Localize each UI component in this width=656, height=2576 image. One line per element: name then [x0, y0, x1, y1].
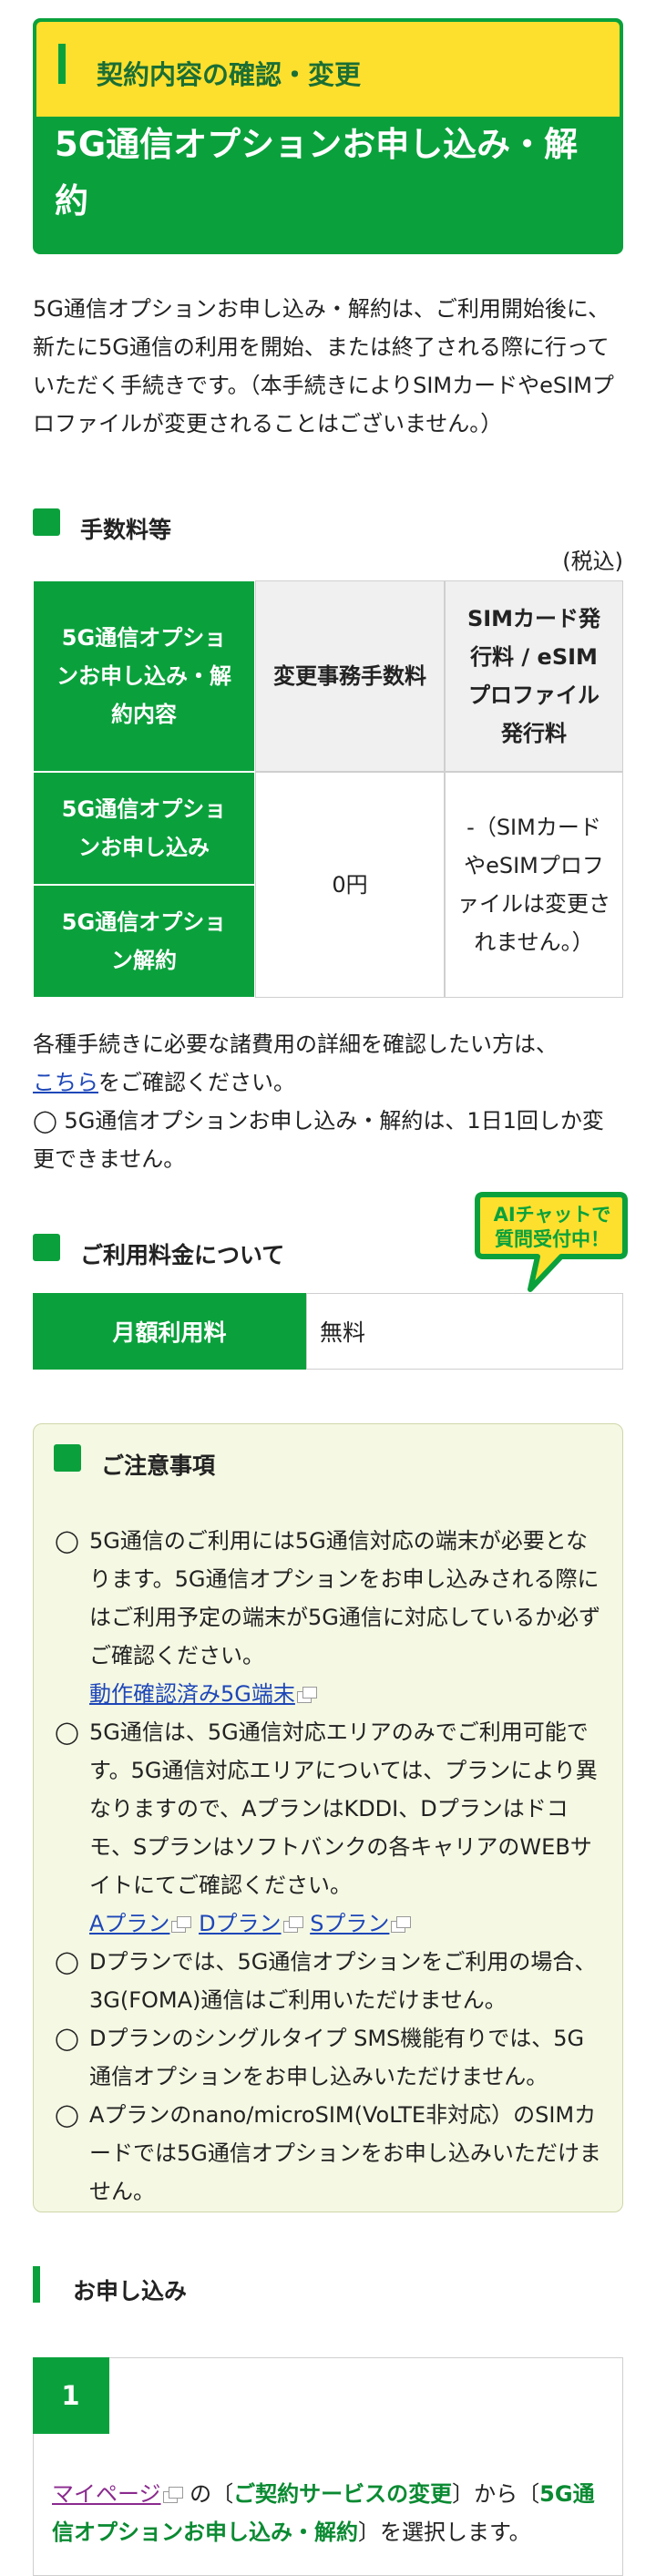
fee-table-row-apply: 5G通信オプションお申し込み: [33, 772, 255, 885]
heading-bar: [33, 2266, 40, 2303]
monthly-fee-value: 無料: [306, 1293, 623, 1370]
step-text: マイページ の〔ご契約サービスの変更〕から〔5G通信オプションお申し込み・解約〕…: [52, 2475, 608, 2551]
category-bar: [58, 44, 66, 84]
heading-marker: [33, 1234, 60, 1261]
monthly-fee-label: 月額利用料: [33, 1293, 306, 1370]
step-text-part: の〔: [182, 2481, 234, 2507]
fee-detail-text: 各種手続きに必要な諸費用の詳細を確認したい方は、 こちらをご確認ください。 ◯ …: [33, 1025, 623, 1178]
step-number: 1: [32, 2356, 109, 2434]
note-bullet: ◯: [55, 1528, 79, 1554]
pricing-heading: ご利用料金について: [80, 1242, 285, 1268]
s-plan-link[interactable]: Sプラン: [310, 1911, 389, 1936]
fee-table-admin-fee-value: 0円: [255, 772, 445, 998]
note-bullet: ◯: [55, 2102, 79, 2128]
note-text: Aプランのnano/microSIM(VoLTE非対応）のSIMカードでは5G通…: [89, 2102, 601, 2204]
note-item: ◯ Dプランでは、5G通信オプションをご利用の場合、3G(FOMA)通信はご利用…: [55, 1943, 601, 2019]
monthly-fee-table: 月額利用料 無料: [33, 1293, 623, 1370]
external-link-icon: [162, 2487, 183, 2503]
fee-table-row-cancel: 5G通信オプション解約: [33, 885, 255, 998]
limit-note: ◯ 5G通信オプションお申し込み・解約は、1日1回しか変更できません。: [33, 1108, 604, 1172]
fee-table-header-admin-fee: 変更事務手数料: [255, 580, 445, 772]
5g-device-list-link[interactable]: 動作確認済み5G端末: [89, 1681, 295, 1707]
menu-contract-change: ご契約サービスの変更: [233, 2481, 453, 2507]
fee-table-sim-fee-value: -（SIMカードやeSIMプロファイルは変更されません。）: [445, 772, 623, 998]
external-link-icon: [282, 1916, 303, 1933]
note-bullet: ◯: [55, 1949, 79, 1975]
a-plan-link[interactable]: Aプラン: [89, 1911, 169, 1936]
category-label: 契約内容の確認・変更: [97, 59, 362, 90]
note-text: Dプランのシングルタイプ SMS機能有りでは、5G通信オプションをお申し込みいた…: [89, 2026, 585, 2089]
fee-detail-prefix: 各種手続きに必要な諸費用の詳細を確認したい方は、: [33, 1031, 558, 1057]
external-link-icon: [171, 1916, 192, 1933]
heading-marker: [33, 508, 60, 536]
fee-table-header-content: 5G通信オプションお申し込み・解約内容: [33, 580, 255, 772]
note-item: ◯ 5G通信のご利用には5G通信対応の端末が必要となります。5G通信オプションを…: [55, 1522, 601, 1713]
note-text: Dプランでは、5G通信オプションをご利用の場合、3G(FOMA)通信はご利用いた…: [89, 1949, 597, 2013]
category-band: 契約内容の確認・変更: [36, 22, 620, 117]
fee-detail-suffix: をご確認ください。: [98, 1070, 295, 1095]
page-title: 5G通信オプションお申し込み・解約: [55, 125, 579, 221]
step-text-part: 〕から〔: [452, 2481, 540, 2507]
fee-table-header-sim-fee: SIMカード発行料 / eSIMプロファイル発行料: [445, 580, 623, 772]
apply-step-1: 1 マイページ の〔ご契約サービスの変更〕から〔5G通信オプションお申し込み・解…: [32, 2356, 623, 2576]
note-text: 5G通信のご利用には5G通信対応の端末が必要となります。5G通信オプションをお申…: [89, 1528, 601, 1668]
external-link-icon: [391, 1916, 412, 1933]
intro-text: 5G通信オプションお申し込み・解約は、ご利用開始後に、新たに5G通信の利用を開始…: [33, 296, 614, 436]
external-link-icon: [296, 1687, 317, 1703]
mypage-link[interactable]: マイページ: [52, 2481, 161, 2507]
apply-heading: お申し込み: [73, 2278, 188, 2304]
d-plan-link[interactable]: Dプラン: [199, 1911, 281, 1936]
ai-chat-line2: 質問受付中！: [495, 1228, 610, 1250]
note-item: ◯ Aプランのnano/microSIM(VoLTE非対応）のSIMカードでは5…: [55, 2096, 601, 2211]
ai-chat-line1: AIチャットで: [494, 1204, 611, 1226]
note-item: ◯ Dプランのシングルタイプ SMS機能有りでは、5G通信オプションをお申し込み…: [55, 2019, 601, 2096]
fee-table: 5G通信オプションお申し込み・解約内容 変更事務手数料 SIMカード発行料 / …: [33, 580, 623, 998]
tax-note: (税込): [562, 549, 623, 574]
fees-heading: 手数料等: [80, 517, 172, 543]
notes-heading: ご注意事項: [101, 1452, 216, 1479]
step-text-part: 〕を選択します。: [358, 2520, 531, 2545]
note-text: 5G通信は、5G通信対応エリアのみでご利用可能です。5G通信対応エリアについては…: [89, 1719, 598, 1898]
note-bullet: ◯: [55, 2026, 79, 2051]
ai-chat-badge[interactable]: AIチャットで 質問受付中！: [474, 1189, 629, 1295]
note-item: ◯ 5G通信は、5G通信対応エリアのみでご利用可能です。5G通信対応エリアについ…: [55, 1713, 601, 1943]
note-bullet: ◯: [55, 1719, 79, 1745]
page-header-card: 契約内容の確認・変更 5G通信オプションお申し込み・解約: [33, 18, 623, 254]
heading-marker: [54, 1444, 81, 1472]
fee-detail-link[interactable]: こちら: [33, 1070, 98, 1095]
